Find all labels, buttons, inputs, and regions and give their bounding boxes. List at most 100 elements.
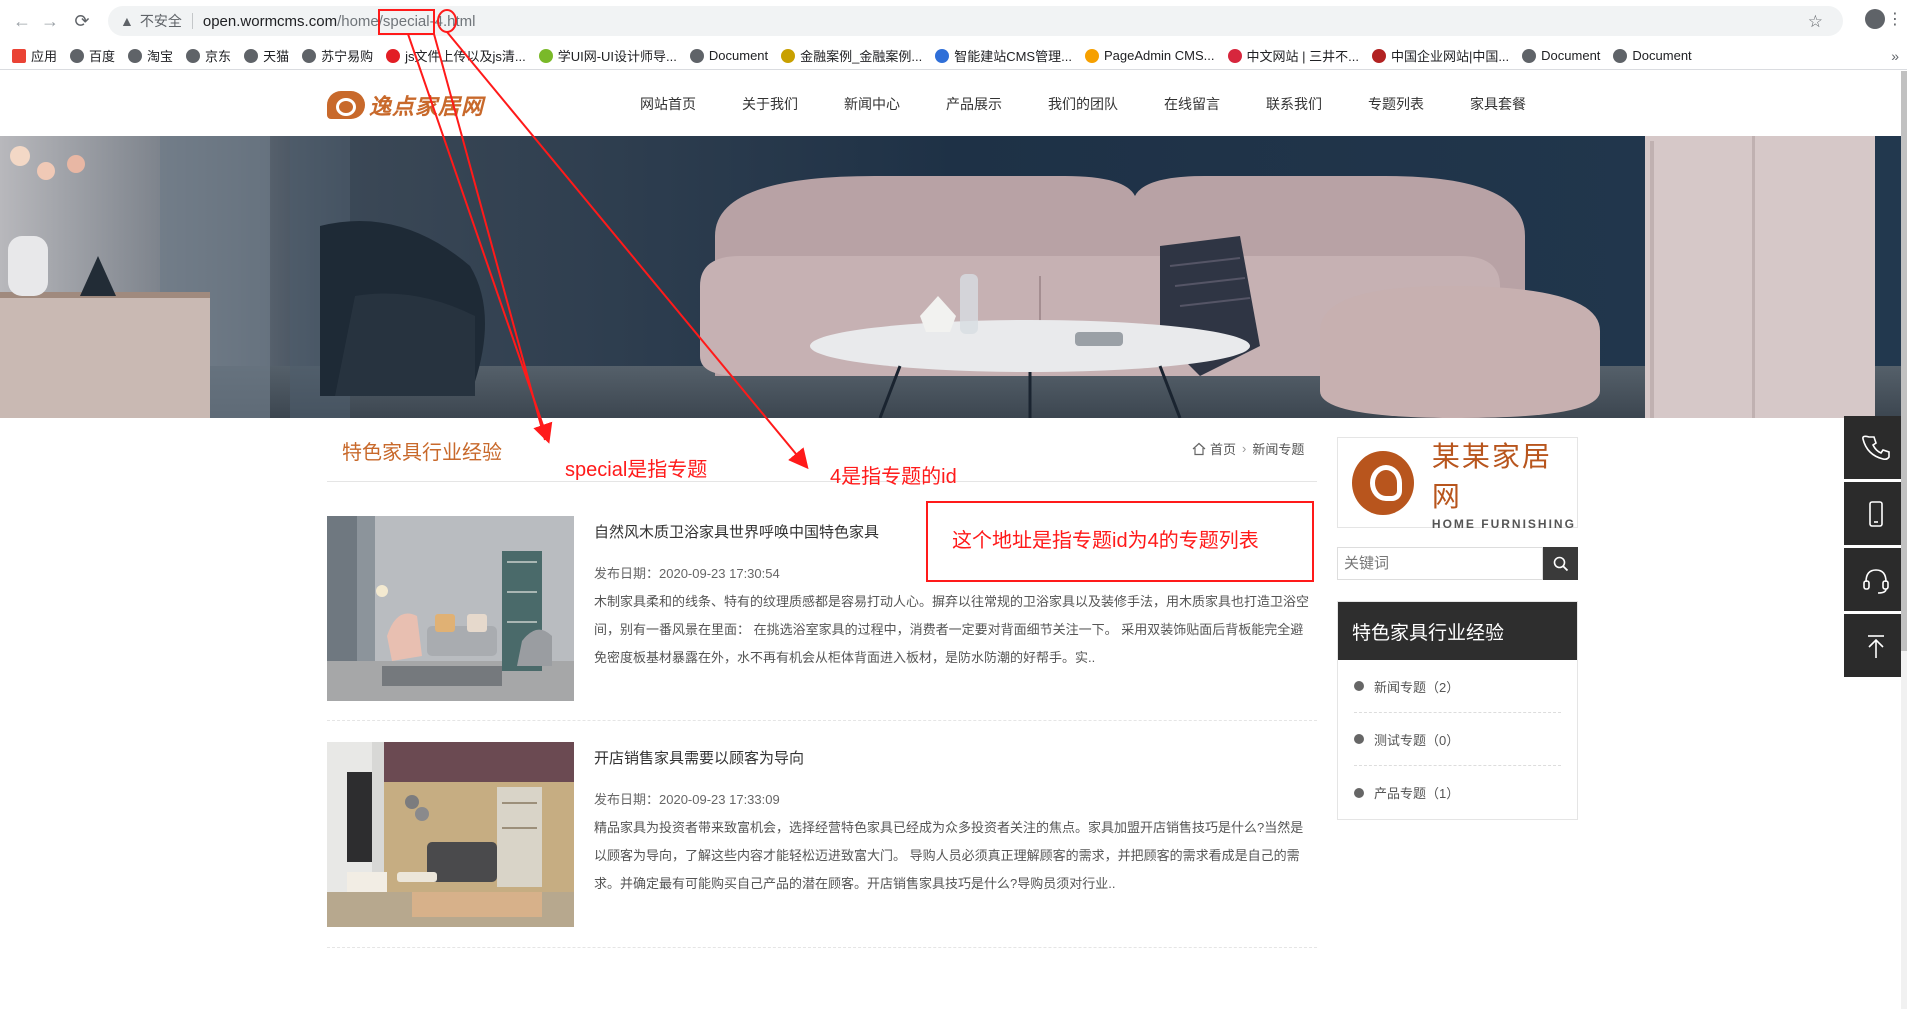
article-title[interactable]: 自然风木质卫浴家具世界呼唤中国特色家具 [594, 521, 879, 542]
bookmark-item[interactable]: 中文网站 | 三井不... [1227, 46, 1359, 65]
bookmark-item[interactable]: 应用 [12, 46, 57, 65]
back-to-top-icon [1867, 634, 1884, 658]
article-divider [327, 720, 1317, 721]
pa-logo-icon [1084, 48, 1099, 63]
site-logo[interactable]: 逸点家居网 [327, 89, 484, 121]
coin-icon [781, 48, 796, 63]
sidebar-logo-cn: 某某家居网 [1431, 440, 1552, 512]
bookmark-item[interactable]: 金融案例_金融案例... [781, 46, 922, 65]
back-arrow-icon[interactable]: ← [8, 7, 36, 35]
globe-icon [244, 48, 259, 63]
search-icon [1553, 556, 1568, 571]
sidebar-category-label: 新闻专题（2） [1374, 679, 1460, 695]
more-bookmarks-icon[interactable]: » [1891, 48, 1899, 64]
customer-service-button[interactable] [1844, 548, 1907, 611]
globe-icon [1522, 48, 1537, 63]
bookmark-item[interactable]: 智能建站CMS管理... [935, 46, 1072, 65]
bookmark-item[interactable]: 学UI网-UI设计师导... [538, 46, 677, 65]
sidebar-category-label: 产品专题（1） [1374, 786, 1460, 801]
nav-message[interactable]: 在线留言 [1164, 94, 1220, 114]
reload-icon[interactable]: ⟳ [68, 7, 96, 35]
url-host: open.wormcms.com [202, 12, 338, 30]
nav-contact[interactable]: 联系我们 [1266, 94, 1322, 114]
article-item: 开店销售家具需要以顾客为导向 发布日期：2020-09-23 17:33:09 … [327, 742, 1317, 928]
bookmark-item[interactable]: 百度 [70, 46, 115, 65]
chevron-right-icon: › [1242, 441, 1247, 456]
bookmark-star-icon[interactable]: ☆ [1808, 12, 1823, 32]
bookmark-label: PageAdmin CMS... [1103, 48, 1215, 63]
bookmark-item[interactable]: 淘宝 [128, 46, 173, 65]
sidebar-category-item[interactable]: 新闻专题（2） [1354, 660, 1561, 713]
headset-icon [1862, 568, 1889, 594]
bookmark-item[interactable]: 中国企业网站|中国... [1371, 46, 1509, 65]
search-button[interactable] [1543, 547, 1578, 580]
nav-home[interactable]: 网站首页 [640, 94, 696, 114]
nav-news[interactable]: 新闻中心 [844, 94, 900, 114]
phone-button[interactable] [1844, 416, 1907, 479]
sidebar-category-list: 新闻专题（2） 测试专题（0） 产品专题（1） [1338, 660, 1577, 819]
bookmark-label: 中文网站 | 三井不... [1246, 49, 1359, 64]
url-path: /home/special-4.html [337, 12, 476, 30]
site-header: 逸点家居网 网站首页 关于我们 新闻中心 产品展示 我们的团队 在线留言 联系我… [0, 71, 1907, 136]
nav-packages[interactable]: 家具套餐 [1470, 94, 1526, 114]
bookmark-label: 金融案例_金融案例... [800, 49, 923, 64]
home-icon [1192, 442, 1206, 455]
annotation-box-text: 这个地址是指专题id为4的专题列表 [952, 530, 1259, 552]
nav-products[interactable]: 产品展示 [946, 94, 1002, 114]
bookmark-item[interactable]: 苏宁易购 [302, 46, 373, 65]
bookmark-item[interactable]: Document [689, 48, 768, 63]
shield-logo-icon [1371, 48, 1386, 63]
profile-avatar-icon[interactable] [1865, 9, 1885, 29]
page-scrollbar-thumb[interactable] [1901, 71, 1907, 651]
warning-icon: ▲ [120, 13, 134, 29]
section-title: 特色家具行业经验 [342, 442, 502, 464]
breadcrumb-home[interactable]: 首页 [1210, 439, 1236, 458]
bookmark-item[interactable]: PageAdmin CMS... [1084, 48, 1215, 63]
sidebar-category-label: 测试专题（0） [1374, 732, 1460, 748]
article-title[interactable]: 开店销售家具需要以顾客为导向 [594, 747, 804, 768]
bookmark-label: 京东 [205, 49, 232, 64]
bookmark-label: 天猫 [263, 49, 290, 64]
address-bar[interactable]: ▲ 不安全 open.wormcms.com/home/special-4.ht… [108, 6, 1843, 36]
search-input[interactable] [1337, 547, 1543, 580]
bookmark-item[interactable]: Document [1522, 48, 1600, 63]
globe-icon [128, 48, 143, 63]
person-icon [1227, 48, 1242, 63]
breadcrumb-current[interactable]: 新闻专题 [1252, 439, 1304, 458]
nav-specials[interactable]: 专题列表 [1368, 94, 1424, 114]
sidebar-category-item[interactable]: 测试专题（0） [1354, 713, 1561, 766]
bookmark-label: 百度 [89, 49, 116, 64]
globe-icon [70, 48, 85, 63]
browser-toolbar: ← → ⟳ ▲ 不安全 open.wormcms.com/home/specia… [0, 0, 1907, 42]
insecure-label: 不安全 [139, 13, 182, 29]
bookmarks-bar: 应用 百度 淘宝 京东 天猫 苏宁易购 js文件上传以及js清... 学UI网-UI设计师导.… [0, 42, 1907, 70]
article-date: 发布日期：2020-09-23 17:33:09 [594, 792, 780, 807]
bookmark-label: Document [1541, 48, 1601, 63]
article-thumbnail[interactable] [327, 516, 574, 701]
sidebar-category-item[interactable]: 产品专题（1） [1354, 766, 1561, 819]
bookmark-item[interactable]: Document [1613, 48, 1692, 63]
annotation-special-note: special是指专题 [565, 459, 708, 481]
nav-about[interactable]: 关于我们 [742, 94, 798, 114]
mobile-button[interactable] [1844, 482, 1907, 545]
bookmark-label: 淘宝 [147, 49, 174, 64]
globe-icon [689, 48, 704, 63]
sidebar-logo[interactable]: 某某家居网 HOME FURNISHING [1337, 437, 1578, 531]
article-thumbnail[interactable] [327, 742, 574, 927]
back-to-top-button[interactable] [1844, 614, 1907, 677]
breadcrumb: 首页 › 新闻专题 [1192, 439, 1304, 458]
banner-sofa-illustration [0, 136, 1907, 418]
bookmark-item[interactable]: js文件上传以及js清... [386, 46, 526, 65]
c-logo-icon [386, 48, 401, 63]
bookmark-label: 苏宁易购 [321, 49, 374, 64]
more-menu-icon[interactable]: ⋮ [1887, 9, 1903, 29]
logo-text: 逸点家居网 [369, 94, 485, 119]
bookmark-item[interactable]: 京东 [186, 46, 231, 65]
globe-icon [302, 48, 317, 63]
sidebar-search [1337, 547, 1578, 580]
nav-team[interactable]: 我们的团队 [1048, 94, 1118, 114]
bookmark-item[interactable]: 天猫 [244, 46, 289, 65]
omnibox-divider [191, 13, 193, 29]
article-divider [327, 947, 1317, 948]
forward-arrow-icon[interactable]: → [36, 7, 64, 35]
